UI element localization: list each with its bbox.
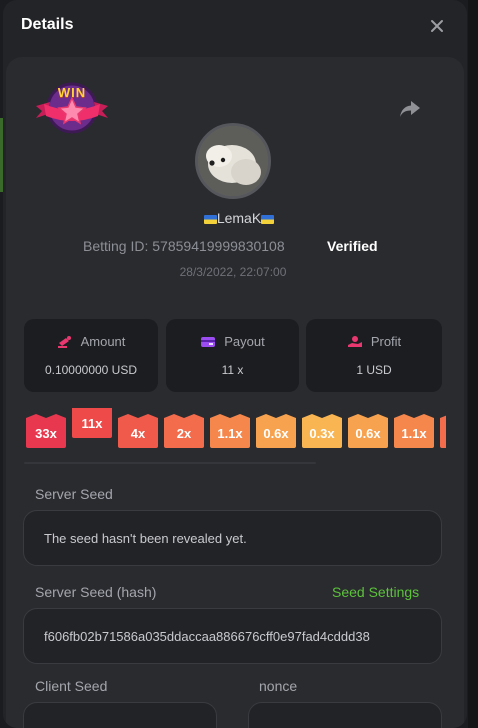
background-edge — [468, 0, 478, 728]
betting-id-label: Betting ID: — [83, 238, 149, 254]
multiplier-chip: 0.3x — [302, 418, 342, 448]
username-text: LemaK — [216, 210, 262, 226]
multiplier-chip: 1.1x — [394, 418, 434, 448]
betting-id: Betting ID: 57859419999830108 — [83, 238, 285, 254]
multiplier-chip: 2x — [164, 418, 204, 448]
nonce-field[interactable] — [248, 702, 442, 728]
avatar — [195, 123, 271, 199]
profit-icon — [347, 335, 362, 347]
server-seed-hash-value: f606fb02b71586a035ddaccaa886676cff0e97fa… — [44, 628, 370, 644]
ukraine-flag-icon — [203, 215, 217, 224]
ukraine-flag-icon — [261, 215, 275, 224]
server-seed-hash-field[interactable]: f606fb02b71586a035ddaccaa886676cff0e97fa… — [23, 608, 442, 664]
bet-timestamp: 28/3/2022, 22:07:00 — [179, 265, 287, 279]
multiplier-chip: 33x — [26, 418, 66, 448]
wallet-icon — [201, 336, 216, 347]
multiplier-chip — [440, 418, 446, 448]
client-seed-field[interactable] — [23, 702, 217, 728]
modal-title: Details — [21, 16, 74, 33]
stat-amount: Amount 0.10000000 USD — [24, 319, 158, 392]
stat-amount-label: Amount — [80, 334, 126, 349]
server-seed-field[interactable]: The seed hasn't been revealed yet. — [23, 510, 442, 566]
stat-profit-value: 1 USD — [356, 363, 392, 377]
betting-id-value: 57859419999830108 — [152, 238, 285, 254]
multiplier-chip: 0.6x — [256, 418, 296, 448]
server-seed-hash-label: Server Seed (hash) — [35, 584, 157, 600]
client-seed-label: Client Seed — [35, 678, 108, 694]
nonce-label: nonce — [259, 678, 298, 694]
stat-profit: Profit 1 USD — [306, 319, 442, 392]
multiplier-chip: 0.6x — [348, 418, 388, 448]
verified-badge: Verified — [327, 238, 378, 254]
multiplier-chip: 4x — [118, 418, 158, 448]
multiplier-chip: 1.1x — [210, 418, 250, 448]
stat-payout: Payout 11 x — [166, 319, 299, 392]
win-badge-text: WIN — [57, 85, 87, 100]
share-icon[interactable] — [398, 98, 422, 120]
stat-amount-value: 0.10000000 USD — [44, 363, 138, 377]
multiplier-chip-active: 11x — [72, 408, 112, 438]
server-seed-label: Server Seed — [35, 486, 113, 502]
stat-payout-value: 11 x — [221, 363, 244, 377]
stat-payout-label: Payout — [224, 334, 265, 349]
multiplier-scrollbar[interactable] — [24, 462, 316, 464]
win-badge-icon: WIN — [34, 80, 110, 136]
multiplier-strip: 33x 11x 4x 2x 1.1x 0.6x 0.3x 0.6x 1.1x — [26, 408, 446, 450]
stat-profit-label: Profit — [370, 334, 402, 349]
username: LemaK — [0, 210, 478, 226]
server-seed-value: The seed hasn't been revealed yet. — [44, 530, 247, 546]
seed-settings-link[interactable]: Seed Settings — [332, 584, 419, 600]
close-icon[interactable] — [427, 16, 447, 36]
amount-icon — [57, 335, 71, 348]
